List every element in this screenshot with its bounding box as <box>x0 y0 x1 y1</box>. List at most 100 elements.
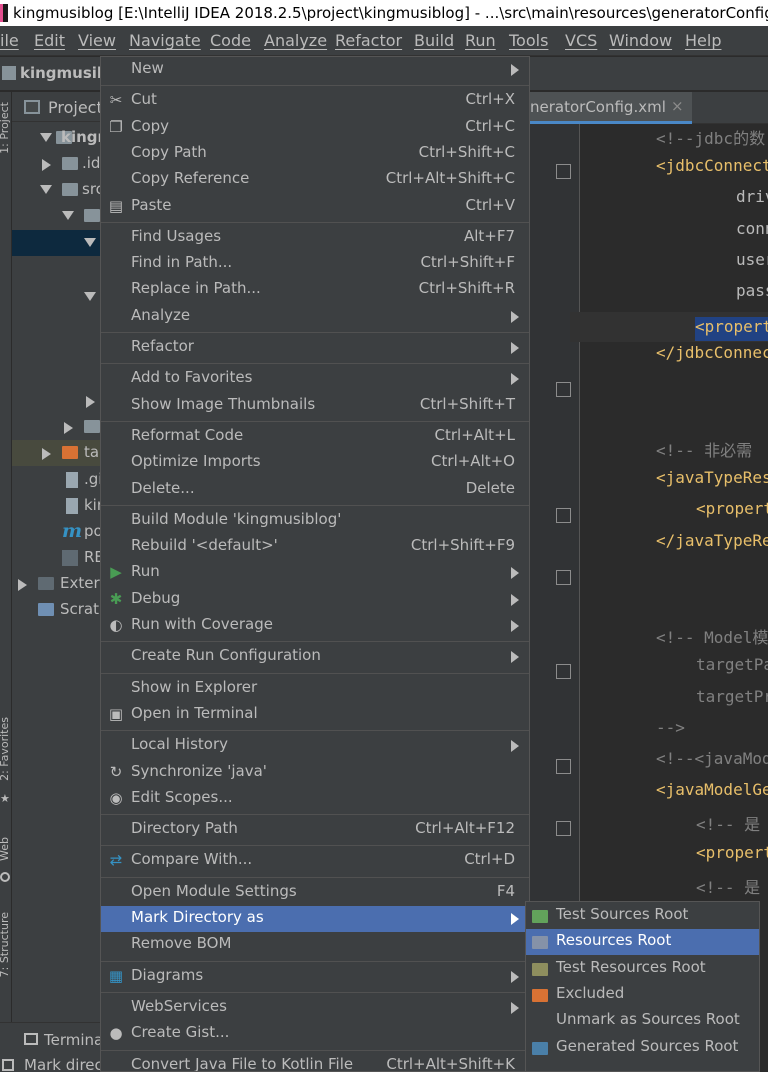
menu-item-paste[interactable]: ▤ Paste Ctrl+V <box>101 194 529 220</box>
collapse-arrow-icon[interactable] <box>64 422 73 434</box>
menu-item-copy-reference[interactable]: Copy Reference Ctrl+Alt+Shift+C <box>101 167 529 193</box>
collapse-arrow-icon[interactable] <box>18 579 27 591</box>
code-line[interactable]: <!-- Model模 <box>656 624 768 648</box>
menu-item-diagrams[interactable]: ▦ Diagrams <box>101 964 529 990</box>
code-line[interactable]: driv <box>736 187 768 206</box>
fold-icon[interactable] <box>556 821 571 836</box>
menu-item-create-run-configuration[interactable]: Create Run Configuration <box>101 644 529 670</box>
menu-item-new[interactable]: New <box>101 57 529 83</box>
expand-arrow-icon[interactable] <box>40 133 52 142</box>
tree-row[interactable] <box>12 203 102 229</box>
menu-item-mark-directory-as[interactable]: Mark Directory as <box>101 906 529 932</box>
fold-icon[interactable] <box>556 382 571 397</box>
menu-item-find-usages[interactable]: Find Usages Alt+F7 <box>101 225 529 251</box>
menu-item-build-module-kingmusiblog[interactable]: Build Module 'kingmusiblog' <box>101 508 529 534</box>
submenu-item-resources-root[interactable]: Resources Root <box>526 929 759 956</box>
tree-row[interactable]: kin <box>12 493 106 519</box>
tree-row[interactable]: RE <box>12 545 104 571</box>
editor-tab[interactable]: neratorConfig.xml × <box>530 92 692 124</box>
tree-row[interactable]: Scrat <box>12 597 102 623</box>
menu-analyze[interactable]: Analyze <box>264 31 327 50</box>
menu-item-run[interactable]: ▶ Run <box>101 560 529 586</box>
tree-row[interactable] <box>12 414 102 440</box>
menu-item-analyze[interactable]: Analyze <box>101 304 529 330</box>
menu-item-find-in-path[interactable]: Find in Path... Ctrl+Shift+F <box>101 251 529 277</box>
menu-tools[interactable]: Tools <box>509 31 548 50</box>
menu-item-edit-scopes[interactable]: ◉ Edit Scopes... <box>101 786 529 812</box>
menu-item-webservices[interactable]: WebServices <box>101 995 529 1021</box>
submenu-item-unmark-as-sources-root[interactable]: Unmark as Sources Root <box>526 1008 759 1034</box>
menu-item-run-with-coverage[interactable]: ◐ Run with Coverage <box>101 613 529 639</box>
code-line[interactable]: <jdbcConnect <box>656 156 768 175</box>
menu-item-open-in-terminal[interactable]: ▣ Open in Terminal <box>101 702 529 728</box>
menu-refactor[interactable]: Refactor <box>335 31 402 50</box>
selected-code[interactable]: <propert <box>695 317 768 341</box>
code-line[interactable]: <!-- 是 <box>696 874 760 898</box>
menu-item-optimize-imports[interactable]: Optimize Imports Ctrl+Alt+O <box>101 450 529 476</box>
fold-icon[interactable] <box>556 759 571 774</box>
project-panel-title[interactable]: Project <box>48 98 103 117</box>
menu-item-open-module-settings[interactable]: Open Module Settings F4 <box>101 880 529 906</box>
nav-project-name[interactable]: kingmusib <box>20 64 108 82</box>
collapse-arrow-icon[interactable] <box>42 159 51 171</box>
tree-row[interactable]: src <box>12 177 104 203</box>
code-line[interactable]: <javaModelGe <box>656 780 768 799</box>
code-line[interactable]: pass <box>736 281 768 300</box>
collapse-arrow-icon[interactable] <box>42 448 51 460</box>
menu-item-reformat-code[interactable]: Reformat Code Ctrl+Alt+L <box>101 424 529 450</box>
menu-item-copy-path[interactable]: Copy Path Ctrl+Shift+C <box>101 141 529 167</box>
collapse-arrow-icon[interactable] <box>86 396 95 408</box>
fold-icon[interactable] <box>556 164 571 179</box>
tree-row[interactable]: .gi <box>12 467 102 493</box>
menu-item-show-image-thumbnails[interactable]: Show Image Thumbnails Ctrl+Shift+T <box>101 393 529 419</box>
tree-row[interactable]: kingm <box>12 125 113 151</box>
menu-item-copy[interactable]: ❐ Copy Ctrl+C <box>101 115 529 141</box>
menu-help[interactable]: Help <box>685 31 721 50</box>
code-line[interactable]: </javaTypeRe <box>656 531 768 550</box>
menu-run[interactable]: Run <box>465 31 496 50</box>
menu-item-create-gist[interactable]: ● Create Gist... <box>101 1021 529 1047</box>
menu-item-debug[interactable]: ✱ Debug <box>101 587 529 613</box>
menu-item-show-in-explorer[interactable]: Show in Explorer <box>101 676 529 702</box>
menu-view[interactable]: View <box>78 31 116 50</box>
menu-item-delete[interactable]: Delete... Delete <box>101 477 529 503</box>
menu-file[interactable]: ile <box>0 31 19 50</box>
fold-icon[interactable] <box>556 508 571 523</box>
code-line[interactable]: --> <box>656 718 685 737</box>
fold-icon[interactable] <box>556 664 571 679</box>
expand-arrow-icon[interactable] <box>62 211 74 220</box>
code-line[interactable]: targetPa <box>696 655 768 674</box>
submenu-item-test-sources-root[interactable]: Test Sources Root <box>526 903 759 929</box>
tree-row-selected[interactable] <box>12 230 102 256</box>
menu-item-remove-bom[interactable]: Remove BOM <box>101 932 529 958</box>
expand-arrow-icon[interactable] <box>84 292 96 301</box>
code-line[interactable]: <propert <box>696 843 768 862</box>
menu-item-synchronize-java[interactable]: ↻ Synchronize 'java' <box>101 760 529 786</box>
code-line[interactable]: <!--<javaMod <box>656 749 768 768</box>
code-line[interactable]: <propert <box>696 499 768 518</box>
expand-arrow-icon[interactable] <box>84 238 96 247</box>
menu-build[interactable]: Build <box>414 31 454 50</box>
menu-item-local-history[interactable]: Local History <box>101 733 529 759</box>
code-line[interactable]: <!--jdbc的数 <box>656 125 765 149</box>
menu-item-refactor[interactable]: Refactor <box>101 335 529 361</box>
tree-row[interactable]: m po <box>12 519 103 545</box>
menu-item-rebuild-default[interactable]: Rebuild '<default>' Ctrl+Shift+F9 <box>101 534 529 560</box>
close-icon[interactable]: × <box>671 97 684 115</box>
expand-arrow-icon[interactable] <box>40 185 52 194</box>
submenu-item-generated-sources-root[interactable]: Generated Sources Root <box>526 1035 759 1061</box>
terminal-tool-button[interactable]: Termina <box>44 1031 103 1049</box>
menu-window[interactable]: Window <box>609 31 672 50</box>
code-line[interactable]: targetPr <box>696 687 768 706</box>
submenu-item-test-resources-root[interactable]: Test Resources Root <box>526 956 759 982</box>
code-line[interactable]: <javaTypeRes <box>656 468 768 487</box>
fold-icon[interactable] <box>556 570 571 585</box>
tree-row[interactable]: .id <box>12 151 102 177</box>
code-line[interactable]: </jdbcConnec <box>656 343 768 362</box>
tree-row[interactable] <box>12 284 102 310</box>
code-line[interactable]: <!-- 非必需 <box>656 437 752 461</box>
code-line[interactable]: conn <box>736 219 768 238</box>
tree-row[interactable] <box>12 388 102 414</box>
menu-navigate[interactable]: Navigate <box>129 31 201 50</box>
menu-item-directory-path[interactable]: Directory Path Ctrl+Alt+F12 <box>101 817 529 843</box>
